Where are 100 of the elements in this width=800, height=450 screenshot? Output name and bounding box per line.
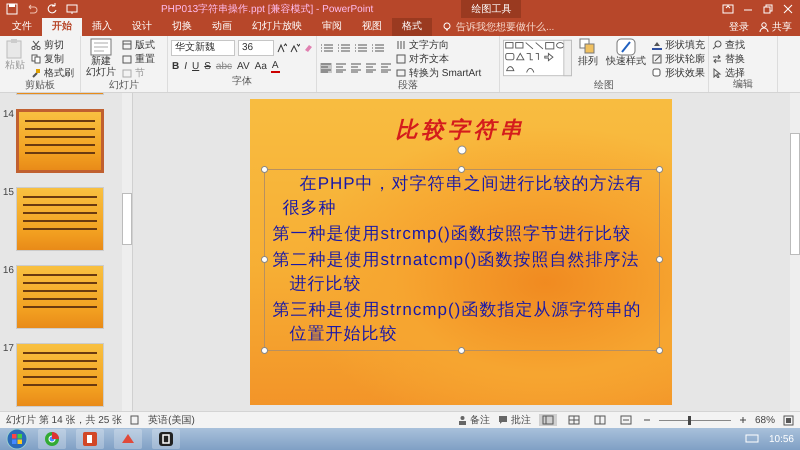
list-icon[interactable]: [337, 42, 351, 52]
slide-thumbnail[interactable]: [16, 265, 104, 329]
align-icon[interactable]: [335, 62, 347, 72]
resize-handle[interactable]: [458, 347, 464, 354]
arrange-button[interactable]: 排列: [576, 38, 600, 80]
reset-button[interactable]: 重置: [122, 52, 155, 65]
cut-button[interactable]: 剪切: [31, 38, 74, 51]
ribbon-tab[interactable]: 格式: [392, 18, 432, 36]
slide-number: 17: [2, 343, 14, 356]
shape-outline-button[interactable]: 形状轮廓: [652, 52, 705, 65]
shapes-gallery[interactable]: [503, 38, 572, 78]
quick-styles-button[interactable]: 快速样式: [604, 38, 648, 80]
start-button[interactable]: [6, 428, 28, 450]
slide-thumbnail[interactable]: [16, 343, 104, 407]
language-label[interactable]: 英语(美国): [148, 413, 195, 427]
smartart-button[interactable]: 转换为 SmartArt: [396, 66, 482, 79]
context-tab-group: 绘图工具: [461, 0, 522, 19]
grow-font-icon[interactable]: [277, 42, 287, 52]
align-icon[interactable]: [365, 62, 377, 72]
notes-button[interactable]: 备注: [458, 413, 490, 427]
resize-handle[interactable]: [260, 256, 268, 263]
slide-paragraph: 第三种是使用strncmp()函数指定从源字符串的位置开始比较: [272, 299, 642, 345]
new-slide-button[interactable]: 新建 幻灯片: [84, 38, 118, 80]
group-label: 幻灯片: [108, 80, 140, 92]
align-left-icon[interactable]: [320, 62, 332, 72]
align-text-button[interactable]: 对齐文本: [396, 52, 482, 65]
scrollbar[interactable]: [790, 93, 800, 411]
slide-number: 16: [2, 265, 14, 278]
zoom-level[interactable]: 68%: [754, 414, 775, 426]
ribbon-display-icon[interactable]: [722, 3, 734, 15]
tell-me-field[interactable]: 告诉我您想要做什么...: [442, 22, 566, 32]
font-format-button[interactable]: A: [270, 60, 280, 73]
align-icon[interactable]: [380, 62, 392, 72]
undo-icon[interactable]: [26, 3, 38, 15]
group-label: 编辑: [732, 79, 754, 91]
smartart-icon: [396, 68, 406, 78]
zoom-in-icon[interactable]: [738, 416, 747, 424]
format-painter-button[interactable]: 格式刷: [31, 66, 74, 79]
fit-to-window-icon[interactable]: [783, 414, 794, 426]
rotate-handle[interactable]: [456, 144, 468, 156]
font-format-button[interactable]: S: [203, 61, 212, 72]
save-icon[interactable]: [6, 3, 18, 15]
ribbon-tab[interactable]: 文件: [2, 18, 42, 36]
ribbon-tab[interactable]: 幻灯片放映: [242, 18, 312, 36]
search-icon: [712, 40, 722, 50]
lightbulb-icon: [442, 22, 452, 32]
spell-check-icon[interactable]: [130, 415, 140, 425]
select-button[interactable]: 选择: [712, 66, 774, 79]
resize-handle[interactable]: [458, 166, 464, 173]
presentation-app-icon[interactable]: [76, 429, 104, 449]
list-icon[interactable]: [354, 42, 368, 52]
font-size-field[interactable]: 36: [238, 40, 274, 56]
copy-button[interactable]: 复制: [31, 52, 74, 65]
view-button[interactable]: [538, 414, 557, 426]
group-label: 剪贴板: [24, 80, 56, 92]
resize-handle[interactable]: [656, 256, 662, 263]
font-format-button[interactable]: U: [191, 61, 200, 72]
sign-in-link[interactable]: 登录: [729, 20, 749, 34]
font-name-field[interactable]: 华文新魏: [171, 40, 235, 56]
font-format-button[interactable]: B: [171, 61, 180, 72]
replace-button[interactable]: 替换: [712, 52, 774, 65]
resize-handle[interactable]: [656, 347, 662, 354]
find-button[interactable]: 查找: [712, 38, 774, 51]
list-icon[interactable]: [371, 42, 385, 52]
ribbon-tab[interactable]: 审阅: [312, 18, 352, 36]
app-icon[interactable]: [152, 429, 180, 449]
resize-handle[interactable]: [260, 166, 268, 173]
comments-button[interactable]: 批注: [498, 413, 531, 427]
resize-handle[interactable]: [260, 347, 268, 354]
align-icon[interactable]: [350, 62, 362, 72]
cursor-icon: [712, 68, 722, 78]
font-format-button[interactable]: Aa: [254, 61, 268, 72]
ribbon-tab[interactable]: 视图: [352, 18, 392, 36]
shrink-font-icon[interactable]: [290, 42, 300, 52]
share-button[interactable]: 共享: [759, 20, 792, 34]
layout-button[interactable]: 版式: [122, 38, 155, 51]
browser-icon[interactable]: [38, 429, 66, 449]
text-direction-button[interactable]: 文字方向: [396, 38, 482, 51]
ribbon-tab[interactable]: 动画: [202, 18, 242, 36]
font-format-button[interactable]: I: [183, 61, 188, 72]
list-icon[interactable]: [320, 42, 334, 52]
slideshow-icon[interactable]: [66, 3, 78, 15]
restore-icon[interactable]: [762, 3, 774, 15]
redo-icon[interactable]: [46, 3, 58, 15]
resize-handle[interactable]: [656, 166, 662, 173]
group-label: 字体: [231, 76, 253, 88]
scrollbar[interactable]: [122, 93, 132, 411]
paintbrush-icon: [31, 68, 41, 78]
align-text-icon: [396, 54, 406, 64]
ribbon-tab[interactable]: 设计: [122, 18, 162, 36]
ribbon-tab[interactable]: 切换: [162, 18, 202, 36]
font-format-button[interactable]: AV: [236, 61, 251, 72]
shape-fill-button[interactable]: 形状填充: [652, 38, 705, 51]
ribbon-tab[interactable]: 插入: [82, 18, 122, 36]
zoom-thumb[interactable]: [688, 416, 691, 424]
shape-effects-button[interactable]: 形状效果: [652, 66, 705, 79]
slide-thumbnail[interactable]: [16, 187, 104, 251]
slide-thumbnail[interactable]: [16, 109, 104, 173]
close-icon[interactable]: [782, 3, 794, 15]
ribbon-tab[interactable]: 开始: [42, 18, 82, 36]
